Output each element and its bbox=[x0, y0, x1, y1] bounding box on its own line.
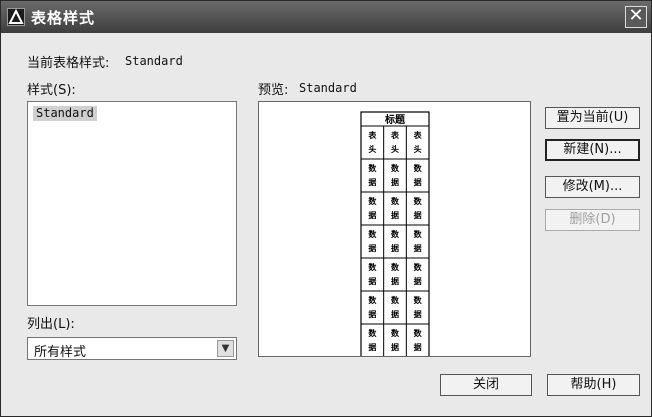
preview-table-cell-text: 数 bbox=[391, 295, 400, 305]
preview-table-cell-text: 数 bbox=[414, 229, 423, 239]
preview-table-cell-text: 据 bbox=[391, 309, 399, 319]
delete-button[interactable]: 删除(D) bbox=[545, 209, 640, 231]
preview-table-cell-text: 据 bbox=[391, 177, 399, 187]
preview-table-cell-text: 数 bbox=[368, 328, 377, 338]
preview-table-cell-text: 据 bbox=[368, 243, 376, 253]
preview-table-cell-text: 据 bbox=[368, 309, 376, 319]
close-label: 关闭 bbox=[472, 377, 499, 392]
preview-table-cell-text: 数 bbox=[368, 196, 377, 206]
current-style-label: 当前表格样式: bbox=[27, 56, 110, 71]
preview-table-cell-text: 头 bbox=[414, 144, 422, 154]
list-filter-value: 所有样式 bbox=[34, 345, 87, 360]
list-filter-dropdown[interactable]: 所有样式 ▼ bbox=[27, 337, 237, 360]
styles-label: 样式(S): bbox=[27, 83, 76, 98]
title-bar: 表格样式 ✕ bbox=[1, 1, 651, 33]
preview-table-cell-text: 据 bbox=[414, 210, 422, 220]
modify-label: 修改(M)... bbox=[562, 179, 623, 194]
close-window-icon[interactable]: ✕ bbox=[625, 6, 647, 28]
table-style-dialog: 表格样式 ✕ 当前表格样式: Standard 样式(S): Standard … bbox=[0, 0, 652, 417]
preview-table-cell-text: 表 bbox=[390, 130, 400, 140]
close-button[interactable]: 关闭 bbox=[440, 374, 532, 396]
preview-table-cell-text: 数 bbox=[391, 262, 400, 272]
preview-table-cell-text: 据 bbox=[368, 276, 376, 286]
help-button[interactable]: 帮助(H) bbox=[547, 374, 640, 396]
preview-table-cell-text: 据 bbox=[414, 243, 422, 253]
preview-table-cell-text: 据 bbox=[391, 243, 399, 253]
preview-table-cell-text: 据 bbox=[368, 342, 376, 352]
autocad-app-icon bbox=[7, 8, 25, 26]
preview-table-cell-text: 头 bbox=[368, 144, 376, 154]
preview-pane: 标题表头表头表头数据数据数据数据数据数据数据数据数据数据数据数据数据数据数据数据… bbox=[258, 101, 531, 358]
preview-table-cell-text: 数 bbox=[414, 196, 423, 206]
table-preview: 标题表头表头表头数据数据数据数据数据数据数据数据数据数据数据数据数据数据数据数据… bbox=[360, 111, 430, 358]
dialog-title: 表格样式 bbox=[31, 9, 96, 27]
modify-button[interactable]: 修改(M)... bbox=[545, 176, 640, 198]
new-label: 新建(N)... bbox=[563, 142, 622, 157]
preview-label: 预览: bbox=[258, 83, 289, 98]
preview-table-cell-text: 据 bbox=[414, 342, 422, 352]
delete-label: 删除(D) bbox=[569, 212, 616, 227]
preview-table-cell-text: 数 bbox=[368, 262, 377, 272]
preview-table-cell-text: 据 bbox=[391, 210, 399, 220]
preview-table-cell-text: 数 bbox=[368, 163, 377, 173]
help-label: 帮助(H) bbox=[570, 377, 617, 392]
preview-table-cell-text: 数 bbox=[368, 295, 377, 305]
preview-table-cell-text: 数 bbox=[391, 328, 400, 338]
preview-table-cell-text: 据 bbox=[414, 309, 422, 319]
preview-table-cell-text: 数 bbox=[391, 196, 400, 206]
preview-table-cell-text: 据 bbox=[391, 342, 399, 352]
preview-table-cell-text: 表 bbox=[367, 130, 377, 140]
preview-table-cell-text: 据 bbox=[414, 276, 422, 286]
preview-table-title: 标题 bbox=[384, 113, 406, 126]
new-button[interactable]: 新建(N)... bbox=[545, 139, 640, 161]
preview-style-name: Standard bbox=[299, 81, 357, 95]
style-list-item-standard[interactable]: Standard bbox=[33, 106, 97, 121]
preview-table-cell-text: 数 bbox=[414, 328, 423, 338]
preview-table-cell-text: 据 bbox=[368, 177, 376, 187]
preview-table-cell-text: 头 bbox=[391, 144, 399, 154]
preview-table-cell-text: 据 bbox=[391, 276, 399, 286]
set-current-label: 置为当前(U) bbox=[556, 110, 629, 125]
preview-table-cell-text: 数 bbox=[391, 229, 400, 239]
preview-table-cell-text: 数 bbox=[391, 163, 400, 173]
styles-listbox[interactable]: Standard bbox=[27, 101, 237, 306]
set-current-button[interactable]: 置为当前(U) bbox=[545, 107, 640, 129]
list-filter-label: 列出(L): bbox=[27, 317, 75, 332]
current-style-value: Standard bbox=[125, 54, 183, 68]
chevron-down-icon[interactable]: ▼ bbox=[217, 340, 234, 357]
preview-table-cell-text: 数 bbox=[368, 229, 377, 239]
preview-table-cell-text: 据 bbox=[368, 210, 376, 220]
preview-table-cell-text: 数 bbox=[414, 295, 423, 305]
preview-table-cell-text: 表 bbox=[413, 130, 423, 140]
preview-table-cell-text: 数 bbox=[414, 163, 423, 173]
preview-table-cell-text: 据 bbox=[414, 177, 422, 187]
preview-table-cell-text: 数 bbox=[414, 262, 423, 272]
